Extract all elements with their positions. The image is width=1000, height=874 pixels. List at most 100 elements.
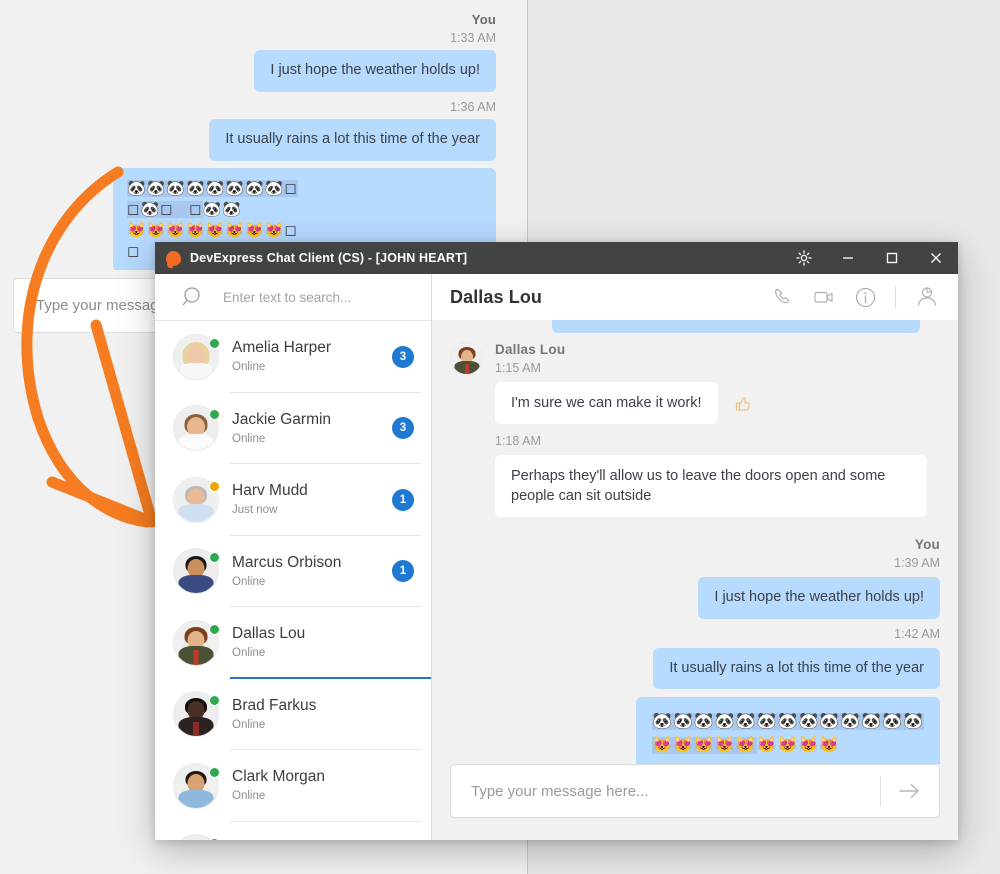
contact-text-group: Harv Mudd Just now (232, 481, 392, 518)
message-time: 1:39 AM (450, 556, 940, 570)
contact-text-group: Brad Farkus Online (232, 696, 431, 733)
contact-text-group: Clark Morgan Online (232, 767, 431, 804)
info-icon[interactable] (854, 286, 877, 309)
speech-bubble-icon (166, 251, 181, 266)
message-avatar (450, 342, 483, 375)
contact-name: Marcus Orbison (232, 553, 392, 573)
conversation-pane: Dallas Lou (432, 274, 958, 840)
conversation-actions (772, 285, 958, 309)
presence-indicator (209, 695, 220, 706)
avatar (173, 405, 219, 451)
background-message-time-row: 1:36 AM (450, 100, 496, 114)
minimize-button[interactable] (826, 242, 870, 274)
message-input-placeholder: Type your message here... (451, 783, 880, 800)
message-time: 1:15 AM (495, 361, 940, 375)
contact-text-group: Marcus Orbison Online (232, 553, 392, 590)
presence-indicator (209, 338, 220, 349)
send-arrow-icon[interactable] (881, 781, 939, 801)
contact-text-group: Amelia Harper Online (232, 338, 392, 375)
contact-name: Dallas Lou (232, 624, 431, 644)
background-message-bubble-row: It usually rains a lot this time of the … (209, 119, 496, 161)
emoji-selected-cats: 😻😻😻😻😻 (652, 737, 757, 754)
contact-text-group: Jackie Garmin Online (232, 410, 392, 447)
avatar (173, 620, 219, 666)
contact-list-item[interactable]: Marcus Orbison Online 1 (155, 536, 431, 608)
dialog-title-bar[interactable]: DevExpress Chat Client (CS) - [JOHN HEAR… (155, 242, 958, 274)
thumbs-up-icon[interactable] (733, 394, 753, 419)
avatar (173, 477, 219, 523)
background-message-bubble: I just hope the weather holds up! (254, 50, 496, 92)
contact-status: Online (232, 431, 392, 447)
avatar (173, 334, 219, 380)
contact-status: Online (232, 717, 431, 733)
message-bubble: Perhaps they'll allow us to leave the do… (495, 455, 927, 517)
emoji-message-bubble[interactable]: 🐼🐼🐼🐼🐼🐼🐼🐼🐼🐼🐼🐼🐼 😻😻😻😻😻😻😻😻😻 (636, 697, 940, 764)
message-outgoing: You 1:39 AM I just hope the weather hold… (450, 537, 940, 619)
unread-badge: 1 (392, 489, 414, 511)
avatar (173, 548, 219, 594)
message-incoming: 1:18 AM Perhaps they'll allow us to leav… (450, 430, 940, 517)
scrolled-message-bubble (552, 320, 920, 333)
unread-badge: 3 (392, 417, 414, 439)
window-controls (782, 242, 958, 274)
contact-list-item[interactable]: Amelia Harper Online 3 (155, 321, 431, 393)
contact-list-item[interactable]: Brad Farkus Online (155, 679, 431, 751)
contact-status: Just now (232, 502, 392, 518)
contact-list-item[interactable]: Jackie Garmin Online 3 (155, 393, 431, 465)
chat-client-dialog: DevExpress Chat Client (CS) - [JOHN HEAR… (155, 242, 958, 840)
search-icon (181, 285, 206, 310)
presence-indicator (209, 624, 220, 635)
avatar (173, 763, 219, 809)
search-input-placeholder: Enter text to search... (223, 290, 351, 305)
background-message-time-row: 1:33 AM (450, 31, 496, 45)
emoji-line-pandas: 🐼🐼🐼🐼🐼🐼🐼🐼🐼🐼🐼🐼🐼 (652, 710, 924, 734)
contact-list[interactable]: Amelia Harper Online 3 (155, 321, 431, 840)
conversation-title: Dallas Lou (450, 287, 542, 308)
background-emoji-selected-run-1: 🐼🐼🐼🐼🐼🐼🐼🐼 (127, 180, 284, 197)
message-content: 1:18 AM Perhaps they'll allow us to leav… (495, 430, 940, 517)
contact-text-group: Dallas Lou Online (232, 624, 431, 661)
contacts-pane: Enter text to search... Amelia Harper (155, 274, 432, 840)
background-message-time: 1:36 AM (450, 100, 496, 114)
contact-list-item[interactable] (155, 822, 431, 841)
message-content: Dallas Lou 1:15 AM I'm sure we can make … (495, 342, 940, 424)
background-message-bubble-row: I just hope the weather holds up! (254, 50, 496, 92)
background-emoji-run-4: 😻😻😻😻😻😻😻😻 (127, 222, 284, 239)
background-emoji-line-3: 😻😻😻😻😻😻😻😻◻ (127, 220, 482, 241)
message-outgoing-emoji: 🐼🐼🐼🐼🐼🐼🐼🐼🐼🐼🐼🐼🐼 😻😻😻😻😻😻😻😻😻 (450, 697, 940, 764)
maximize-button[interactable] (870, 242, 914, 274)
contact-status: Online (232, 645, 431, 661)
presence-indicator (209, 838, 220, 840)
avatar (173, 691, 219, 737)
background-emoji-selected-run-2: 🐼 (140, 201, 160, 218)
message-incoming: Dallas Lou 1:15 AM I'm sure we can make … (450, 342, 940, 424)
message-list[interactable]: Dallas Lou 1:15 AM I'm sure we can make … (432, 320, 958, 764)
message-sender: You (450, 537, 940, 552)
person-profile-icon[interactable] (914, 285, 940, 309)
brightness-icon[interactable] (782, 242, 826, 274)
message-bubble: I'm sure we can make it work! (495, 382, 718, 424)
background-message-sender: You (472, 12, 496, 27)
search-bar[interactable]: Enter text to search... (155, 274, 431, 321)
background-message-bubble: It usually rains a lot this time of the … (209, 119, 496, 161)
avatar (173, 834, 219, 840)
background-message-list: You 1:33 AM I just hope the weather hold… (0, 0, 527, 270)
message-time: 1:42 AM (450, 627, 940, 641)
emoji-unselected-cats: 😻😻😻😻 (757, 737, 841, 754)
video-camera-icon[interactable] (812, 286, 836, 308)
message-time: 1:18 AM (495, 434, 940, 448)
contact-name: Amelia Harper (232, 338, 392, 358)
contact-list-item-selected[interactable]: Dallas Lou Online (155, 607, 431, 679)
contact-list-item[interactable]: Harv Mudd Just now 1 (155, 464, 431, 536)
message-composer[interactable]: Type your message here... (450, 764, 940, 818)
unread-badge: 3 (392, 346, 414, 368)
contact-list-item[interactable]: Clark Morgan Online (155, 750, 431, 822)
emoji-line-cats: 😻😻😻😻😻😻😻😻😻 (652, 734, 924, 758)
header-divider (895, 286, 896, 308)
contact-status: Online (232, 359, 392, 375)
presence-indicator (209, 409, 220, 420)
close-button[interactable] (914, 242, 958, 274)
background-emoji-line-1: 🐼🐼🐼🐼🐼🐼🐼🐼◻ (127, 178, 482, 199)
background-emoji-line-2: ◻🐼◻ ◻🐼🐼 (127, 199, 482, 220)
phone-icon[interactable] (772, 286, 794, 308)
